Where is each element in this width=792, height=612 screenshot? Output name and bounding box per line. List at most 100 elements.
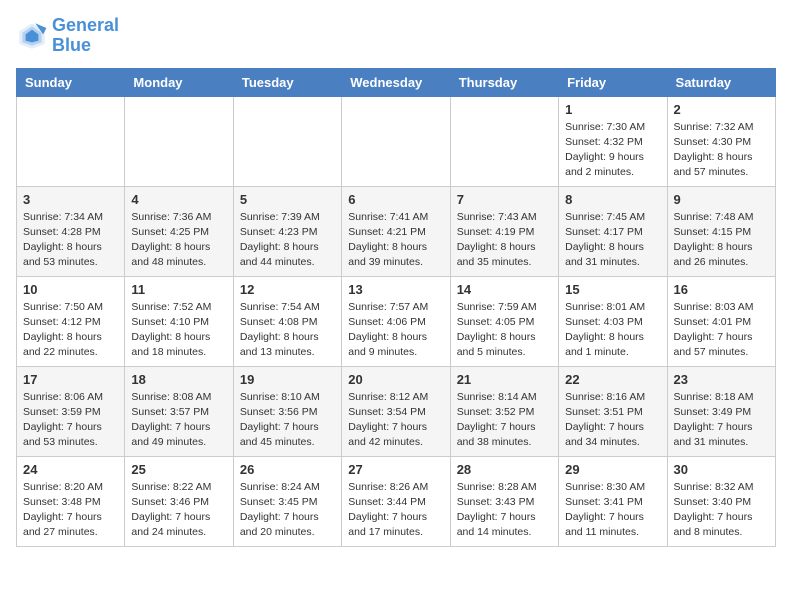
calendar: SundayMondayTuesdayWednesdayThursdayFrid…	[16, 68, 776, 547]
day-cell: 29 Sunrise: 8:30 AMSunset: 3:41 PMDayligh…	[559, 456, 667, 546]
day-number: 23	[674, 372, 769, 387]
day-cell: 15 Sunrise: 8:01 AMSunset: 4:03 PMDayligh…	[559, 276, 667, 366]
day-info: Sunrise: 8:26 AMSunset: 3:44 PMDaylight:…	[348, 480, 443, 541]
day-cell: 11 Sunrise: 7:52 AMSunset: 4:10 PMDayligh…	[125, 276, 233, 366]
day-cell	[17, 96, 125, 186]
day-number: 30	[674, 462, 769, 477]
day-cell: 23 Sunrise: 8:18 AMSunset: 3:49 PMDayligh…	[667, 366, 775, 456]
day-info: Sunrise: 8:01 AMSunset: 4:03 PMDaylight:…	[565, 300, 660, 361]
weekday-header-tuesday: Tuesday	[233, 68, 341, 96]
day-cell: 6 Sunrise: 7:41 AMSunset: 4:21 PMDaylight…	[342, 186, 450, 276]
day-info: Sunrise: 8:03 AMSunset: 4:01 PMDaylight:…	[674, 300, 769, 361]
day-cell: 12 Sunrise: 7:54 AMSunset: 4:08 PMDayligh…	[233, 276, 341, 366]
day-number: 19	[240, 372, 335, 387]
day-number: 26	[240, 462, 335, 477]
header: General Blue	[16, 16, 776, 56]
day-number: 12	[240, 282, 335, 297]
day-info: Sunrise: 8:20 AMSunset: 3:48 PMDaylight:…	[23, 480, 118, 541]
week-row-4: 17Sunrise: 8:06 AMSunset: 3:59 PMDayligh…	[17, 366, 776, 456]
day-cell: 27 Sunrise: 8:26 AMSunset: 3:44 PMDayligh…	[342, 456, 450, 546]
day-cell: 26 Sunrise: 8:24 AMSunset: 3:45 PMDayligh…	[233, 456, 341, 546]
logo: General Blue	[16, 16, 119, 56]
day-number: 14	[457, 282, 552, 297]
day-number: 22	[565, 372, 660, 387]
day-info: Sunrise: 7:57 AMSunset: 4:06 PMDaylight:…	[348, 300, 443, 361]
day-cell: 24 Sunrise: 8:20 AMSunset: 3:48 PMDayligh…	[17, 456, 125, 546]
day-info: Sunrise: 7:45 AMSunset: 4:17 PMDaylight:…	[565, 210, 660, 271]
day-number: 10	[23, 282, 118, 297]
day-number: 24	[23, 462, 118, 477]
weekday-header-row: SundayMondayTuesdayWednesdayThursdayFrid…	[17, 68, 776, 96]
day-cell: 9Sunrise: 7:48 AMSunset: 4:15 PMDaylight…	[667, 186, 775, 276]
week-row-1: 1 Sunrise: 7:30 AMSunset: 4:32 PMDaylight…	[17, 96, 776, 186]
day-number: 27	[348, 462, 443, 477]
day-cell: 20 Sunrise: 8:12 AMSunset: 3:54 PMDayligh…	[342, 366, 450, 456]
day-cell: 5 Sunrise: 7:39 AMSunset: 4:23 PMDaylight…	[233, 186, 341, 276]
day-info: Sunrise: 8:24 AMSunset: 3:45 PMDaylight:…	[240, 480, 335, 541]
day-cell: 19 Sunrise: 8:10 AMSunset: 3:56 PMDayligh…	[233, 366, 341, 456]
day-cell: 8 Sunrise: 7:45 AMSunset: 4:17 PMDaylight…	[559, 186, 667, 276]
day-number: 2	[674, 102, 769, 117]
day-number: 7	[457, 192, 552, 207]
day-number: 11	[131, 282, 226, 297]
day-info: Sunrise: 8:16 AMSunset: 3:51 PMDaylight:…	[565, 390, 660, 451]
day-number: 13	[348, 282, 443, 297]
day-info: Sunrise: 7:32 AMSunset: 4:30 PMDaylight:…	[674, 120, 769, 181]
day-number: 18	[131, 372, 226, 387]
day-number: 8	[565, 192, 660, 207]
day-info: Sunrise: 8:32 AMSunset: 3:40 PMDaylight:…	[674, 480, 769, 541]
day-number: 3	[23, 192, 118, 207]
day-number: 6	[348, 192, 443, 207]
day-info: Sunrise: 7:34 AMSunset: 4:28 PMDaylight:…	[23, 210, 118, 271]
day-number: 5	[240, 192, 335, 207]
weekday-header-wednesday: Wednesday	[342, 68, 450, 96]
day-info: Sunrise: 7:36 AMSunset: 4:25 PMDaylight:…	[131, 210, 226, 271]
day-info: Sunrise: 7:50 AMSunset: 4:12 PMDaylight:…	[23, 300, 118, 361]
day-number: 15	[565, 282, 660, 297]
logo-icon	[16, 20, 48, 52]
day-number: 28	[457, 462, 552, 477]
day-cell: 25 Sunrise: 8:22 AMSunset: 3:46 PMDayligh…	[125, 456, 233, 546]
day-cell: 28 Sunrise: 8:28 AMSunset: 3:43 PMDayligh…	[450, 456, 558, 546]
day-info: Sunrise: 8:30 AMSunset: 3:41 PMDaylight:…	[565, 480, 660, 541]
day-info: Sunrise: 7:59 AMSunset: 4:05 PMDaylight:…	[457, 300, 552, 361]
day-info: Sunrise: 7:52 AMSunset: 4:10 PMDaylight:…	[131, 300, 226, 361]
day-cell: 30 Sunrise: 8:32 AMSunset: 3:40 PMDayligh…	[667, 456, 775, 546]
day-cell: 22 Sunrise: 8:16 AMSunset: 3:51 PMDayligh…	[559, 366, 667, 456]
day-info: Sunrise: 8:14 AMSunset: 3:52 PMDaylight:…	[457, 390, 552, 451]
day-cell: 21 Sunrise: 8:14 AMSunset: 3:52 PMDayligh…	[450, 366, 558, 456]
weekday-header-sunday: Sunday	[17, 68, 125, 96]
day-number: 21	[457, 372, 552, 387]
day-number: 1	[565, 102, 660, 117]
day-cell: 10 Sunrise: 7:50 AMSunset: 4:12 PMDayligh…	[17, 276, 125, 366]
day-cell: 18 Sunrise: 8:08 AMSunset: 3:57 PMDayligh…	[125, 366, 233, 456]
day-info: Sunrise: 8:10 AMSunset: 3:56 PMDaylight:…	[240, 390, 335, 451]
day-cell	[342, 96, 450, 186]
day-number: 16	[674, 282, 769, 297]
weekday-header-saturday: Saturday	[667, 68, 775, 96]
day-cell: 3 Sunrise: 7:34 AMSunset: 4:28 PMDaylight…	[17, 186, 125, 276]
day-info: Sunrise: 7:39 AMSunset: 4:23 PMDaylight:…	[240, 210, 335, 271]
day-info: Sunrise: 8:12 AMSunset: 3:54 PMDaylight:…	[348, 390, 443, 451]
week-row-3: 10 Sunrise: 7:50 AMSunset: 4:12 PMDayligh…	[17, 276, 776, 366]
weekday-header-friday: Friday	[559, 68, 667, 96]
day-number: 20	[348, 372, 443, 387]
day-number: 29	[565, 462, 660, 477]
day-cell: 1 Sunrise: 7:30 AMSunset: 4:32 PMDaylight…	[559, 96, 667, 186]
day-info: Sunrise: 8:08 AMSunset: 3:57 PMDaylight:…	[131, 390, 226, 451]
day-number: 25	[131, 462, 226, 477]
day-number: 9	[674, 192, 769, 207]
day-cell: 4 Sunrise: 7:36 AMSunset: 4:25 PMDaylight…	[125, 186, 233, 276]
day-info: Sunrise: 8:06 AMSunset: 3:59 PMDaylight:…	[23, 390, 118, 451]
day-info: Sunrise: 8:22 AMSunset: 3:46 PMDaylight:…	[131, 480, 226, 541]
day-info: Sunrise: 7:41 AMSunset: 4:21 PMDaylight:…	[348, 210, 443, 271]
day-info: Sunrise: 8:28 AMSunset: 3:43 PMDaylight:…	[457, 480, 552, 541]
day-cell: 16 Sunrise: 8:03 AMSunset: 4:01 PMDayligh…	[667, 276, 775, 366]
day-cell: 17Sunrise: 8:06 AMSunset: 3:59 PMDayligh…	[17, 366, 125, 456]
week-row-5: 24 Sunrise: 8:20 AMSunset: 3:48 PMDayligh…	[17, 456, 776, 546]
day-info: Sunrise: 8:18 AMSunset: 3:49 PMDaylight:…	[674, 390, 769, 451]
day-info: Sunrise: 7:54 AMSunset: 4:08 PMDaylight:…	[240, 300, 335, 361]
day-info: Sunrise: 7:30 AMSunset: 4:32 PMDaylight:…	[565, 120, 660, 181]
day-number: 4	[131, 192, 226, 207]
day-cell	[450, 96, 558, 186]
